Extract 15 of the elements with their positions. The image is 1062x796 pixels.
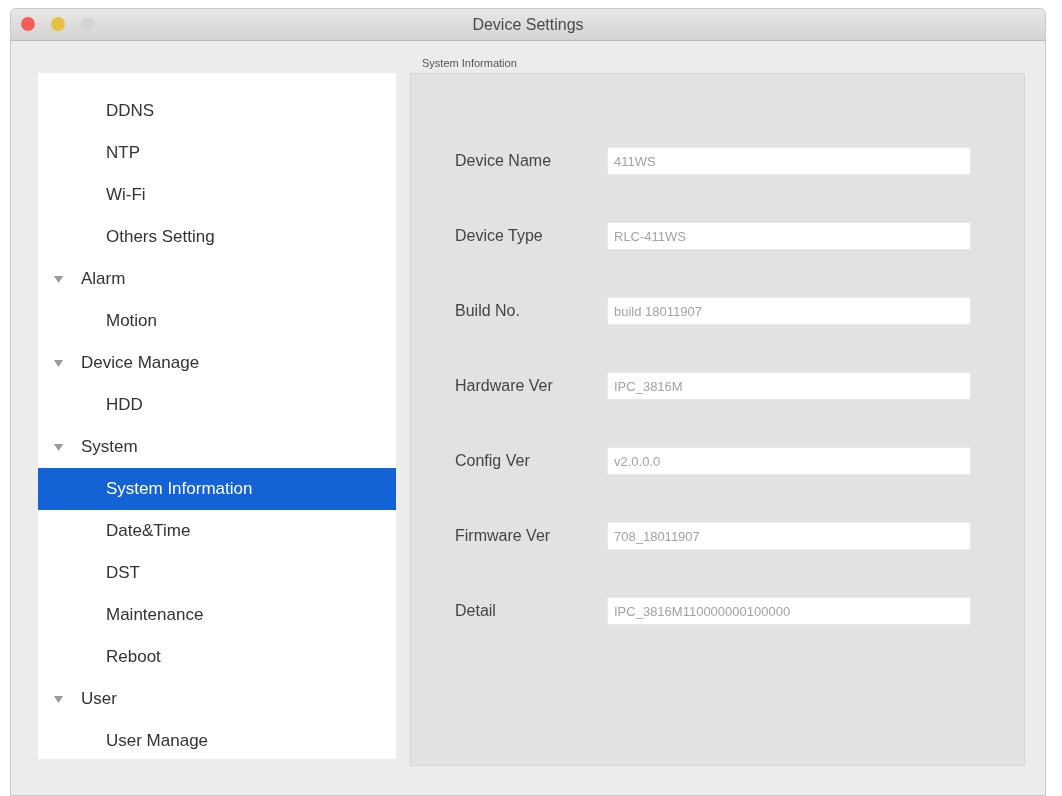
- field-label: Build No.: [455, 301, 521, 321]
- field-label: Hardware Ver: [455, 376, 554, 396]
- field-label: Detail: [455, 601, 497, 621]
- field-label: Device Name: [455, 151, 553, 171]
- field-label: Firmware Ver: [455, 526, 552, 546]
- disclosure-triangle-icon[interactable]: [54, 358, 63, 368]
- disclosure-triangle-icon[interactable]: [54, 274, 63, 284]
- field-label: Device Type: [455, 226, 544, 246]
- window-title: Device Settings: [472, 14, 584, 35]
- disclosure-triangle-icon[interactable]: [54, 694, 63, 704]
- group-title: System Information: [422, 56, 518, 71]
- close-icon[interactable]: [21, 17, 35, 31]
- field-label: Config Ver: [455, 451, 531, 471]
- tree-item[interactable]: System Information: [38, 468, 396, 510]
- disclosure-triangle-icon[interactable]: [54, 442, 63, 452]
